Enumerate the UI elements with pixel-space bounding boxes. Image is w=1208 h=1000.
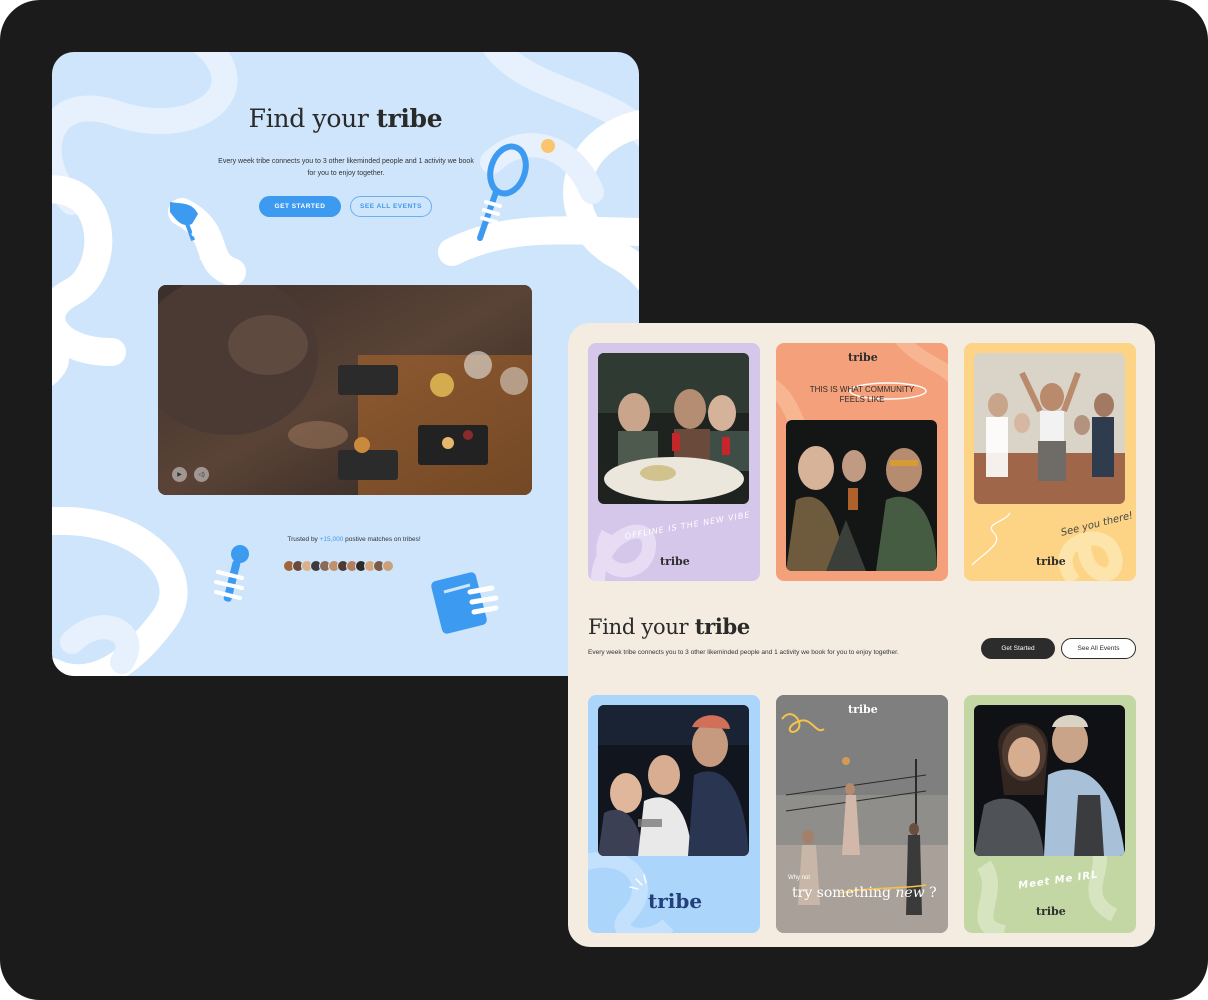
book-illustration: [431, 572, 499, 634]
photo-two-friends: [974, 705, 1125, 856]
landing-page-panel: Find your tribe Every week tribe connect…: [52, 52, 639, 676]
hero-subtitle: Every week tribe connects you to 3 other…: [218, 158, 474, 177]
tribe-logo: tribe: [848, 351, 878, 364]
section-title: Find your tribe: [588, 614, 750, 639]
showcase-frame: Find your tribe Every week tribe connect…: [0, 0, 1208, 1000]
card-small-text: Why not: [788, 875, 811, 881]
get-started-button[interactable]: Get Started: [981, 638, 1055, 659]
video-player[interactable]: ▶ ◁): [158, 285, 532, 495]
promo-card-see-you: See you there! tribe: [964, 343, 1136, 581]
see-all-events-button[interactable]: See All Events: [1061, 638, 1136, 659]
promo-card-offline: OFFLINE IS THE NEW VIBE tribe: [588, 343, 760, 581]
promo-card-community: tribe THIS IS WHAT COMMUNITY FEELS LIKE: [776, 343, 948, 581]
microphone-illustration: [214, 545, 249, 602]
avatar: [382, 560, 394, 572]
tribe-logo: tribe: [1036, 905, 1066, 918]
promo-card-try-something-new: tribe Why not try something new ?: [776, 695, 948, 933]
promo-card-meet-me-irl: Meet Me IRL tribe: [964, 695, 1136, 933]
trusted-by-text: Trusted by +15,000 postive matches on tr…: [287, 536, 421, 543]
social-cards-panel: OFFLINE IS THE NEW VIBE tribe tribe THIS…: [568, 323, 1155, 947]
see-all-events-button[interactable]: SEE ALL EVENTS: [350, 196, 432, 217]
hero-title: Find your tribe: [248, 104, 443, 133]
photo-friends-dinner: [598, 353, 749, 504]
promo-card-tribe-blue: tribe: [588, 695, 760, 933]
avatar-group: [283, 560, 394, 572]
volume-icon[interactable]: ◁): [194, 467, 209, 482]
tribe-logo: tribe: [848, 703, 878, 716]
tribe-logo: tribe: [1036, 555, 1066, 568]
get-started-button[interactable]: GET STARTED: [259, 196, 341, 217]
photo-dance-party: [974, 353, 1125, 504]
play-icon[interactable]: ▶: [172, 467, 187, 482]
tribe-logo: tribe: [660, 555, 690, 568]
tribe-logo: tribe: [648, 889, 703, 913]
section-subtitle: Every week tribe connects you to 3 other…: [588, 649, 899, 656]
card-headline: try something new ?: [792, 885, 937, 901]
video-thumbnail: [158, 285, 532, 495]
card-headline: THIS IS WHAT COMMUNITY FEELS LIKE: [809, 385, 915, 404]
photo-friends-bar: [786, 420, 937, 571]
photo-group-selfie: [598, 705, 749, 856]
